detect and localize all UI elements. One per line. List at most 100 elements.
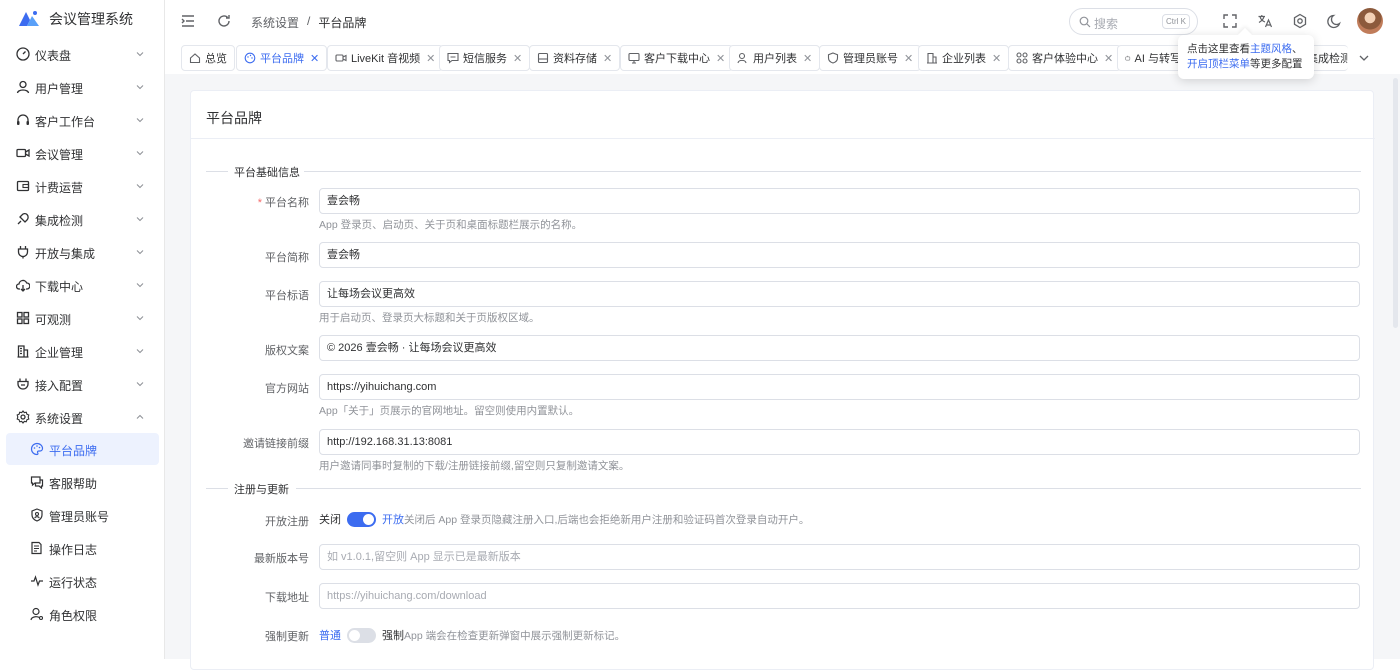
fullscreen-icon[interactable] [1222, 13, 1238, 29]
tab-admin-account[interactable]: 管理员账号 ✕ [819, 45, 922, 71]
settings-icon[interactable] [1292, 13, 1308, 29]
chevron-up-icon [136, 414, 144, 419]
sidebar-item-open-integration[interactable]: 开放与集成 [0, 236, 164, 268]
open-register-control: 关闭 开放 关闭后 App 登录页隐藏注册入口,后端也会拒绝新用户注册和验证码首… [319, 511, 809, 527]
chevron-down-icon [136, 151, 144, 156]
sidebar-item-label: 运行状态 [49, 576, 98, 590]
chevron-down-icon [136, 217, 144, 222]
connect-icon [17, 378, 29, 390]
tab-livekit[interactable]: LiveKit 音视频 ✕ [327, 45, 444, 71]
menu-fold-icon[interactable] [180, 13, 196, 29]
sidebar-item-user-management[interactable]: 用户管理 [0, 71, 164, 103]
sidebar-item-label: 用户管理 [35, 82, 84, 96]
plug-check-icon [17, 212, 29, 225]
close-icon[interactable]: ✕ [1104, 52, 1113, 65]
tooltip-link-theme[interactable]: 主题风格 [1250, 43, 1292, 55]
close-icon[interactable]: ✕ [603, 52, 612, 65]
sidebar-subitem-platform-brand[interactable]: 平台品牌 [6, 433, 159, 465]
sidebar-item-system-settings[interactable]: 系统设置 [0, 401, 164, 433]
close-icon[interactable]: ✕ [904, 52, 913, 65]
sidebar-subitem-role-permission[interactable]: 角色权限 [0, 598, 164, 630]
close-icon[interactable]: ✕ [310, 52, 319, 65]
avatar[interactable] [1357, 8, 1383, 34]
tab-platform-brand[interactable]: 平台品牌 ✕ [236, 45, 328, 71]
tab-customer-experience[interactable]: 客户体验中心 ✕ [1008, 45, 1122, 71]
dashboard-icon [16, 47, 30, 61]
platform-name-input[interactable]: 壹会畅 [319, 188, 1360, 214]
latest-version-input[interactable]: 如 v1.0.1,留空则 App 显示已是最新版本 [319, 544, 1360, 570]
platform-short-input[interactable]: 壹会畅 [319, 242, 1360, 268]
sidebar-item-enterprise[interactable]: 企业管理 [0, 335, 164, 367]
force-update-switch[interactable] [347, 627, 376, 643]
switch-on-label[interactable]: 强制 [382, 627, 404, 643]
open-register-switch[interactable] [347, 511, 376, 527]
tooltip-separator: 、 [1292, 43, 1303, 55]
field-label-website: 官方网站 [265, 383, 309, 395]
chevron-down-icon [136, 283, 144, 288]
tab-customer-download[interactable]: 客户下载中心 ✕ [620, 45, 734, 71]
section-title: 注册与更新 [234, 484, 289, 496]
sidebar-item-label: 企业管理 [35, 346, 84, 360]
search-input[interactable]: 搜索 Ctrl K [1069, 8, 1198, 35]
close-icon[interactable]: ✕ [426, 52, 435, 65]
tab-enterprise-list[interactable]: 企业列表 ✕ [918, 45, 1010, 71]
switch-off-label[interactable]: 关闭 [319, 511, 341, 527]
sidebar-item-label: 开放与集成 [35, 247, 96, 261]
switch-off-label[interactable]: 普通 [319, 627, 341, 643]
sidebar-item-label: 管理员账号 [49, 510, 110, 524]
sidebar-subitem-runtime-status[interactable]: 运行状态 [0, 565, 164, 597]
tab-label: LiveKit 音视频 [351, 53, 421, 65]
switch-on-label[interactable]: 开放 [382, 511, 404, 527]
sidebar-item-billing[interactable]: 计费运营 [0, 170, 164, 202]
field-label-name: * 平台名称 [257, 197, 309, 209]
sidebar-item-dashboard[interactable]: 仪表盘 [0, 38, 164, 70]
close-icon[interactable]: ✕ [803, 52, 812, 65]
sidebar-item-download-center[interactable]: 下载中心 [0, 269, 164, 301]
sidebar-item-access-config[interactable]: 接入配置 [0, 368, 164, 400]
chevron-down-icon[interactable] [1357, 51, 1371, 65]
sidebar-subitem-admin-account[interactable]: 管理员账号 [0, 499, 164, 531]
website-input[interactable]: https://yihuichang.com [319, 374, 1360, 400]
palette-icon [30, 442, 44, 456]
chevron-down-icon [136, 250, 144, 255]
copyright-input[interactable]: © 2026 壹会畅 · 让每场会议更高效 [319, 335, 1360, 361]
search-icon [1079, 16, 1091, 28]
field-label-invite: 邀请链接前缀 [243, 438, 309, 450]
field-hint: App「关于」页展示的官网地址。留空则使用内置默认。 [319, 405, 580, 417]
sidebar-item-label: 操作日志 [49, 543, 98, 557]
translate-icon[interactable] [1257, 13, 1273, 29]
close-icon[interactable]: ✕ [716, 52, 725, 65]
download-url-input[interactable]: https://yihuichang.com/download [319, 583, 1360, 609]
field-label-force: 强制更新 [265, 631, 309, 643]
sidebar-subitem-customer-help[interactable]: 客服帮助 [0, 466, 164, 498]
section-register: 注册与更新 [206, 481, 1361, 496]
sidebar-item-customer-workbench[interactable]: 客户工作台 [0, 104, 164, 136]
grid-icon [16, 311, 30, 325]
plug-icon [17, 246, 29, 259]
app-title: 会议管理系统 [49, 11, 133, 27]
dark-mode-icon[interactable] [1327, 13, 1343, 29]
tab-overview[interactable]: 总览 [181, 45, 235, 71]
sidebar-item-meeting-management[interactable]: 会议管理 [0, 137, 164, 169]
breadcrumb-item[interactable]: 系统设置 [251, 14, 299, 31]
close-icon[interactable]: ✕ [513, 52, 522, 65]
close-icon[interactable]: ✕ [992, 52, 1001, 65]
refresh-icon[interactable] [216, 13, 232, 29]
sidebar-item-label: 下载中心 [35, 280, 84, 294]
tooltip-text: 点击这里查看 [1187, 43, 1250, 55]
tab-storage[interactable]: 资料存储 ✕ [529, 45, 621, 71]
tab-sms[interactable]: 短信服务 ✕ [439, 45, 531, 71]
building-icon [927, 52, 937, 64]
sidebar-item-observability[interactable]: 可观测 [0, 302, 164, 334]
invite-prefix-input[interactable]: http://192.168.31.13:8081 [319, 429, 1360, 455]
tooltip-link-topmenu[interactable]: 开启顶栏菜单 [1187, 58, 1250, 70]
home-icon [189, 53, 201, 64]
platform-slogan-input[interactable]: 让每场会议更高效 [319, 281, 1360, 307]
chevron-down-icon [136, 118, 144, 123]
sidebar-subitem-operation-log[interactable]: 操作日志 [0, 532, 164, 564]
tab-label: 用户列表 [753, 53, 797, 65]
logo[interactable]: 会议管理系统 [18, 8, 133, 30]
tab-user-list[interactable]: 用户列表 ✕ [729, 45, 821, 71]
sidebar-item-integration-check[interactable]: 集成检测 [0, 203, 164, 235]
scrollbar[interactable] [1393, 78, 1398, 328]
